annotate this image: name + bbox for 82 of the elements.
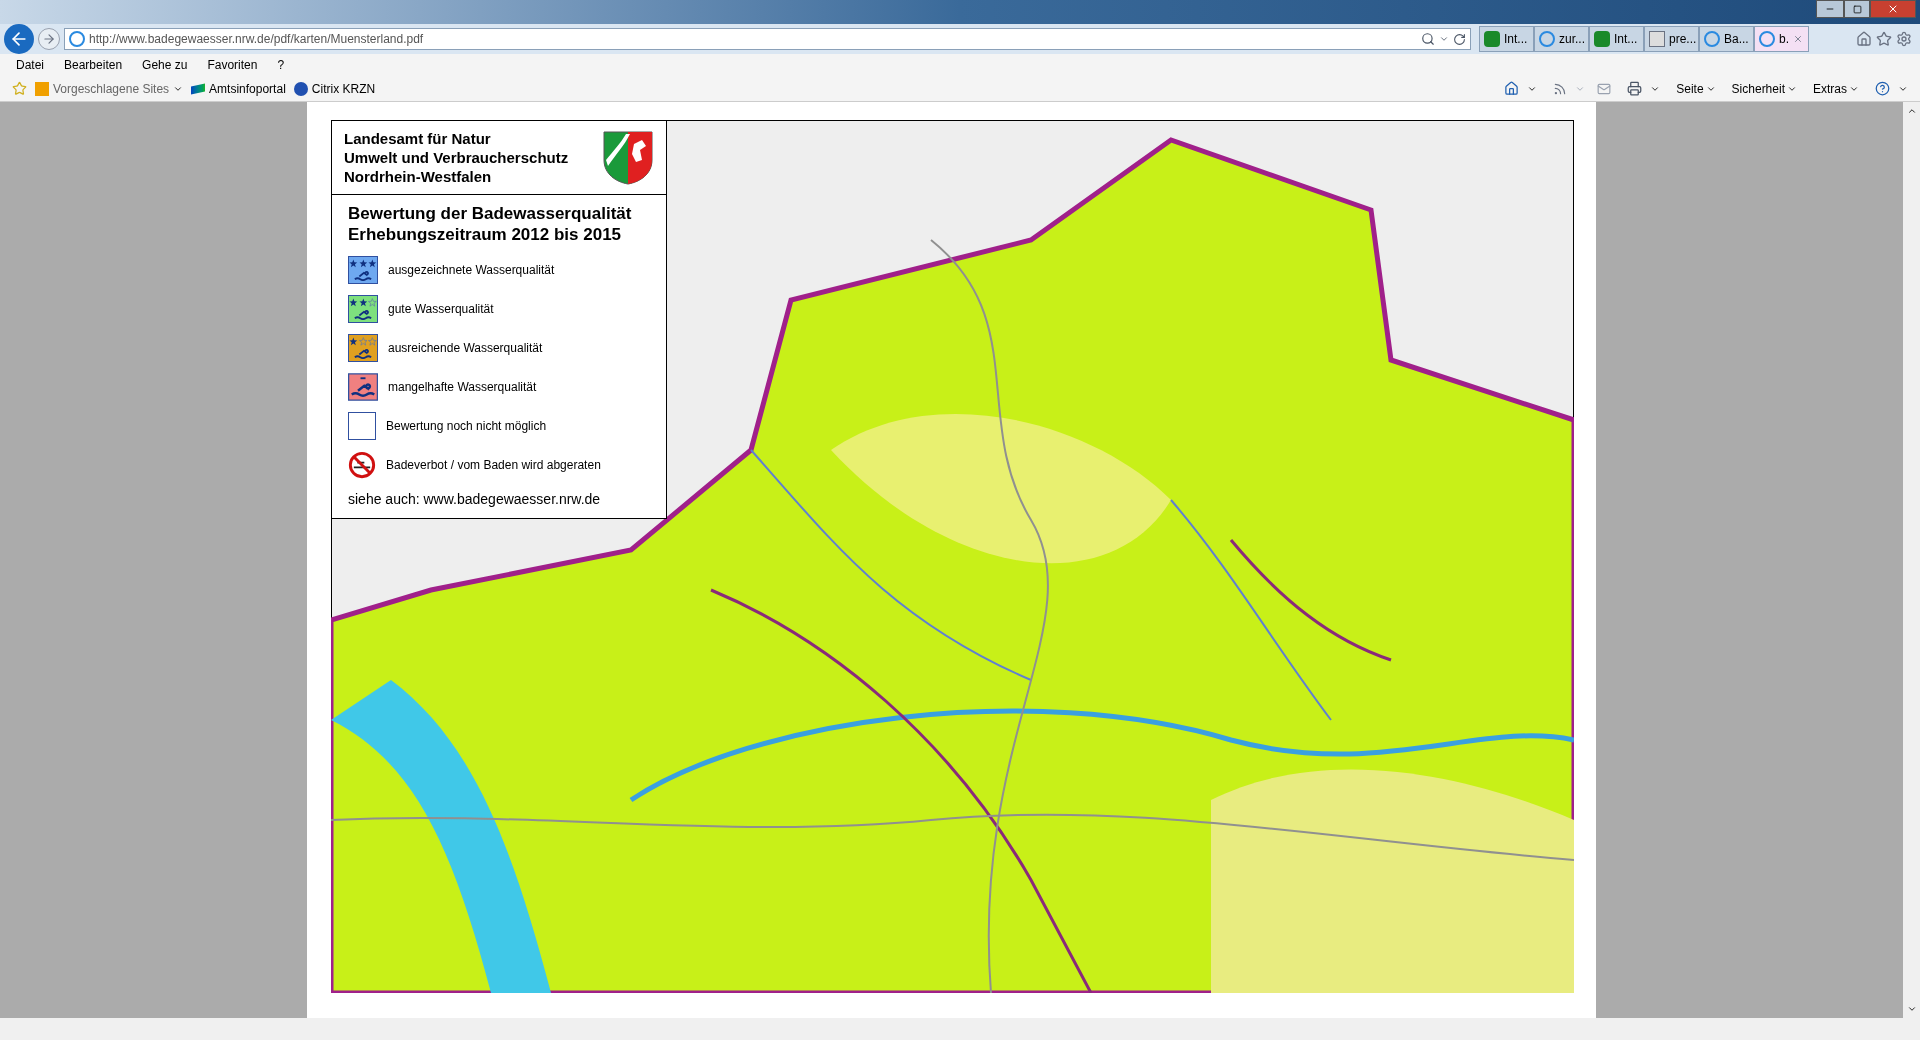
home-icon[interactable]	[1856, 31, 1872, 47]
address-text: http://www.badegewaesser.nrw.de/pdf/karten/Muensterland.pdf	[89, 31, 425, 48]
star-icon	[368, 258, 377, 268]
star-icon	[349, 258, 358, 268]
legend-title: Erhebungszeitraum 2012 bis 2015	[348, 224, 623, 245]
forward-arrow-icon	[42, 32, 56, 46]
search-icon[interactable]	[1421, 32, 1435, 46]
star-icon	[358, 297, 368, 307]
favorites-icon[interactable]	[1876, 31, 1892, 47]
menu-item[interactable]: Bearbeiten	[64, 56, 123, 74]
swimmer-icon	[352, 309, 374, 320]
link-logo-icon	[191, 83, 206, 94]
browser-logo-icon	[69, 31, 85, 47]
browser-logo-icon	[1704, 31, 1720, 47]
site-logo-icon	[1594, 31, 1610, 47]
agency-name: Nordrhein-Westfalen	[344, 167, 493, 186]
coat-of-arms-icon	[602, 129, 654, 186]
dropdown-icon[interactable]	[1439, 34, 1449, 44]
tab-label: zur...	[1559, 31, 1585, 48]
tab-label: Int...	[1614, 31, 1638, 48]
agency-name: Umwelt und Verbraucherschutz	[344, 148, 569, 167]
tab-label: b.	[1779, 31, 1789, 48]
scroll-up-icon[interactable]	[1906, 106, 1917, 116]
settings-icon[interactable]	[1896, 31, 1912, 47]
see-also-note: siehe auch: www.badegewaesser.nrw.de	[348, 490, 602, 509]
empty-square-icon	[348, 411, 376, 440]
close-icon	[1887, 3, 1899, 15]
browser-logo-icon	[1759, 31, 1775, 47]
restore-button[interactable]	[1844, 0, 1870, 18]
legend-label: Bewertung noch nicht möglich	[386, 417, 547, 435]
command-menu[interactable]: Extras	[1813, 79, 1859, 98]
browser-logo-icon	[1539, 31, 1555, 47]
close-tab-icon[interactable]	[1793, 34, 1803, 44]
tab-label: Int...	[1504, 31, 1528, 48]
help-icon[interactable]	[1875, 81, 1890, 96]
browser-tab[interactable]: Int...	[1589, 26, 1644, 52]
site-logo-icon	[35, 81, 49, 96]
browser-tab[interactable]: b.	[1754, 26, 1809, 52]
no-swimming-icon	[348, 450, 376, 479]
scroll-down-icon[interactable]	[1906, 1004, 1917, 1014]
citrix-logo-icon	[293, 81, 308, 96]
restore-icon	[1852, 4, 1862, 14]
menu-item[interactable]: Datei	[16, 56, 44, 74]
tab-label: Ba...	[1724, 31, 1749, 48]
legend-label: ausreichende Wasserqualität	[388, 339, 543, 357]
browser-tab[interactable]: zur...	[1534, 26, 1589, 52]
menu-item[interactable]: ?	[277, 56, 285, 74]
site-logo-icon	[1649, 31, 1665, 47]
print-icon[interactable]	[1627, 81, 1643, 96]
legend-label: ausgezeichnete Wasserqualität	[388, 261, 555, 279]
favorites-link[interactable]: Amtsinfoportal	[209, 79, 286, 98]
star-icon	[349, 297, 358, 307]
empty-star-icon	[368, 297, 377, 307]
browser-tab[interactable]: Ba...	[1699, 26, 1754, 52]
agency-name: Landesamt für Natur	[344, 129, 492, 148]
swimmer-icon	[352, 348, 374, 359]
address-bar[interactable]: http://www.badegewaesser.nrw.de/pdf/karten/Muensterland.pdf	[64, 28, 1471, 50]
legend-title: Bewertung der Badewasserqualität	[348, 203, 633, 224]
swimmer-icon	[352, 270, 374, 281]
home-icon[interactable]	[1504, 81, 1520, 96]
star-icon	[349, 336, 358, 346]
back-button[interactable]	[4, 24, 34, 54]
legend-label: mangelhafte Wasserqualität	[388, 378, 537, 396]
vertical-scrollbar[interactable]	[1903, 102, 1920, 1018]
tab-label: pre...	[1669, 31, 1697, 48]
favorites-link[interactable]: Citrix KRZN	[311, 79, 376, 98]
favorites-link[interactable]: Vorgeschlagene Sites	[53, 79, 170, 98]
feed-icon[interactable]	[1553, 81, 1568, 96]
menu-item[interactable]: Gehe zu	[142, 56, 188, 74]
site-logo-icon	[1484, 31, 1500, 47]
browser-tab[interactable]: pre...	[1644, 26, 1699, 52]
star-icon	[358, 258, 368, 268]
legend-label: gute Wasserqualität	[388, 300, 494, 318]
empty-star-icon	[368, 336, 377, 346]
browser-tab[interactable]: Int...	[1479, 26, 1534, 52]
minimize-button[interactable]	[1816, 0, 1844, 18]
menu-item[interactable]: Favoriten	[207, 56, 258, 74]
legend-label: Badeverbot / vom Baden wird abgeraten	[386, 456, 601, 474]
mail-icon[interactable]	[1597, 81, 1612, 96]
refresh-icon[interactable]	[1453, 32, 1466, 46]
command-menu[interactable]: Seite	[1676, 79, 1716, 98]
command-menu[interactable]: Sicherheit	[1731, 79, 1797, 98]
